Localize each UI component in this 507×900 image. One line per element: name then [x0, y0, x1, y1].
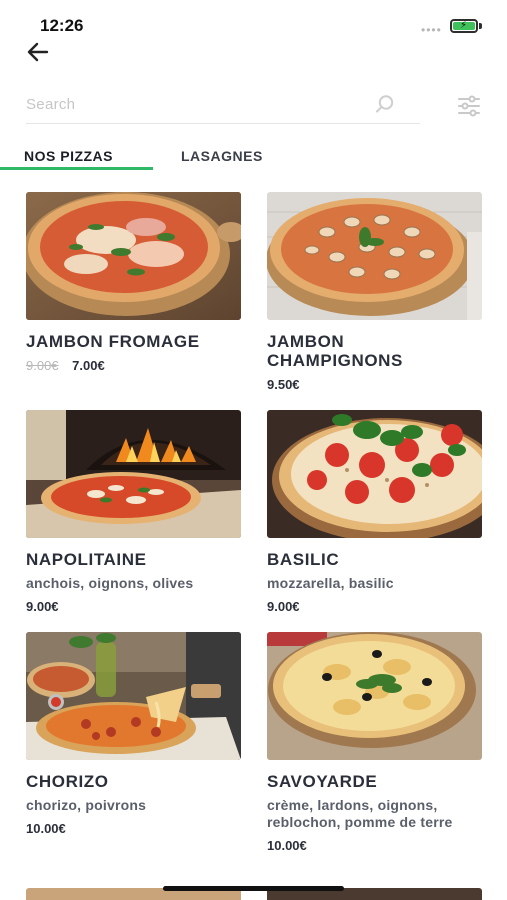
old-price: 9.00€	[26, 358, 59, 373]
product-card-napolitaine[interactable]: NAPOLITAINE anchois, oignons, olives 9.0…	[26, 410, 241, 614]
sliders-icon	[458, 95, 480, 117]
signal-icon: ••••	[421, 23, 442, 37]
product-image	[267, 192, 482, 320]
tab-lasagnes[interactable]: LASAGNES	[181, 148, 263, 164]
product-card-basilic[interactable]: BASILIC mozzarella, basilic 9.00€	[267, 410, 482, 614]
category-tabs: NOS PIZZAS LASAGNES	[0, 140, 507, 172]
product-image	[26, 632, 241, 760]
product-name: CHORIZO	[26, 772, 109, 791]
product-name: NAPOLITAINE	[26, 550, 147, 569]
product-image	[26, 192, 241, 320]
search-input[interactable]	[26, 92, 366, 116]
price-row: 9.50€	[267, 377, 482, 392]
search-bar	[26, 86, 420, 124]
product-card-jambon-fromage[interactable]: JAMBON FROMAGE 9.00€ 7.00€	[26, 192, 241, 373]
product-description: crème, lardons, oignons, reblochon, pomm…	[267, 797, 453, 830]
product-name: BASILIC	[267, 550, 340, 569]
product-name: JAMBON CHAMPIGNONS	[267, 332, 403, 370]
price-row: 9.00€ 7.00€	[26, 358, 241, 373]
product-description: chorizo, poivrons	[26, 797, 147, 813]
price-row: 9.00€	[26, 599, 241, 614]
product-card-jambon-champignons[interactable]: JAMBON CHAMPIGNONS 9.50€	[267, 192, 482, 392]
product-price: 10.00€	[267, 838, 307, 853]
price-row: 10.00€	[267, 838, 482, 853]
product-price: 7.00€	[72, 358, 105, 373]
product-image	[267, 410, 482, 538]
battery-icon: ⚡	[450, 19, 478, 33]
product-price: 10.00€	[26, 821, 66, 836]
product-card-savoyarde[interactable]: SAVOYARDE crème, lardons, oignons, reblo…	[267, 632, 482, 853]
product-description: mozzarella, basilic	[267, 575, 394, 591]
price-row: 9.00€	[267, 599, 482, 614]
status-bar: 12:26 •••• ⚡	[0, 0, 507, 40]
battery-tip	[479, 23, 482, 29]
search-icon[interactable]	[374, 93, 396, 115]
filter-button[interactable]	[457, 95, 481, 117]
product-price: 9.50€	[267, 377, 300, 392]
active-tab-indicator	[0, 167, 153, 170]
product-card-chorizo[interactable]: CHORIZO chorizo, poivrons 10.00€	[26, 632, 241, 836]
product-image	[267, 632, 482, 760]
product-price: 9.00€	[267, 599, 300, 614]
product-description: anchois, oignons, olives	[26, 575, 194, 591]
product-image	[26, 410, 241, 538]
status-time: 12:26	[40, 16, 84, 35]
product-price: 9.00€	[26, 599, 59, 614]
back-button[interactable]	[24, 38, 52, 66]
tab-nos-pizzas[interactable]: NOS PIZZAS	[24, 148, 113, 164]
home-indicator[interactable]	[163, 886, 344, 891]
price-row: 10.00€	[26, 821, 241, 836]
arrow-left-icon	[27, 42, 49, 62]
product-name: JAMBON FROMAGE	[26, 332, 200, 351]
product-name: SAVOYARDE	[267, 772, 378, 791]
